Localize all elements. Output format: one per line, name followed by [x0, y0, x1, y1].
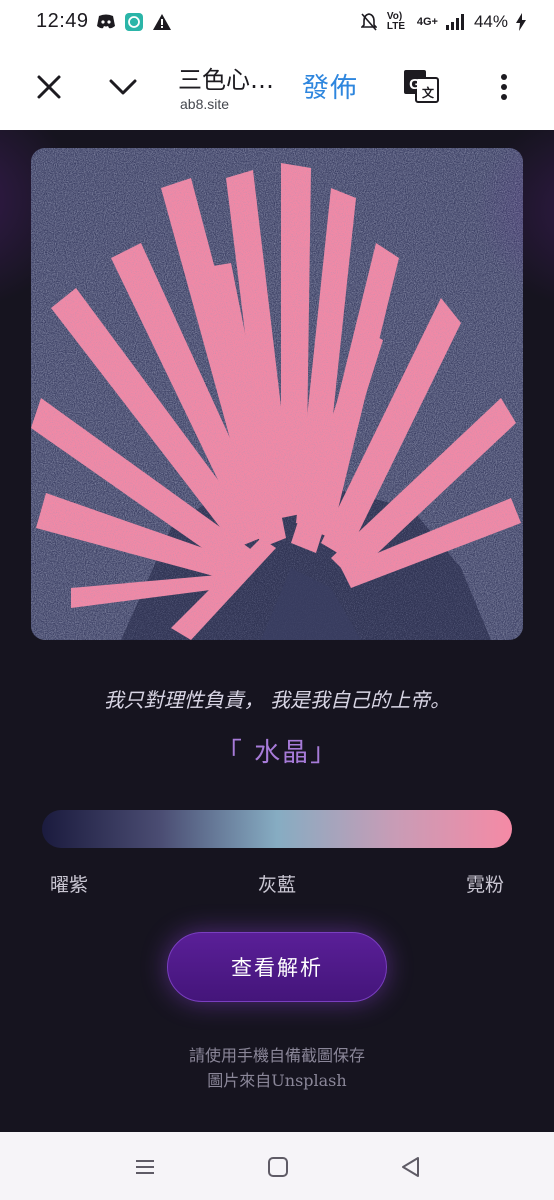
color-label-right: 霓粉	[466, 874, 505, 896]
web-content: 我只對理性負責， 我是我自己的上帝。 「 水晶」 曜紫 灰藍 霓粉 查看解析 請…	[0, 130, 554, 1132]
chat-bubble-icon	[124, 12, 144, 32]
crystal-name: 「 水晶」	[215, 738, 339, 768]
translate-icon[interactable]: G 文	[403, 68, 439, 104]
publish-button[interactable]: 發佈	[302, 66, 358, 105]
close-icon[interactable]	[30, 68, 68, 106]
view-analysis-button[interactable]: 查看解析	[167, 932, 387, 1002]
page-title: 三色心…	[178, 66, 274, 94]
page-url[interactable]: ab8.site	[180, 96, 229, 112]
volte-icon: Vo) LTE	[386, 11, 406, 32]
color-gradient-bar	[42, 810, 512, 848]
status-time: 12:49	[36, 10, 89, 32]
home-icon[interactable]	[263, 1152, 293, 1182]
back-icon[interactable]	[396, 1152, 426, 1182]
more-vert-icon[interactable]	[492, 68, 516, 106]
recent-apps-icon[interactable]	[130, 1152, 160, 1182]
status-notification-icons	[96, 12, 172, 32]
screenshot-hint: 請使用手機自備截圖保存	[188, 1046, 365, 1065]
system-nav-bar	[0, 1132, 554, 1200]
image-credit: 圖片來自Unsplash	[207, 1071, 347, 1090]
color-label-left: 曜紫	[50, 874, 89, 896]
battery-charging-icon	[516, 12, 526, 32]
status-system-icons: Vo) LTE 4G+ 44%	[359, 12, 526, 32]
quote-text: 我只對理性負責， 我是我自己的上帝。	[103, 688, 451, 712]
discord-icon	[96, 12, 116, 32]
4g-signal-icon: 4G+	[416, 16, 438, 28]
warning-icon	[152, 12, 172, 32]
svg-text:文: 文	[422, 85, 435, 100]
crystal-image	[31, 148, 523, 640]
svg-text:G: G	[409, 76, 421, 93]
signal-bars-icon	[445, 12, 466, 32]
bell-off-icon	[359, 12, 379, 32]
custom-tab-toolbar: 三色心… ab8.site 發佈 G 文	[0, 44, 554, 130]
color-label-middle: 灰藍	[258, 874, 297, 896]
status-bar: 12:49 Vo) LTE 4G+ 44%	[0, 0, 554, 44]
battery-percent: 44%	[473, 12, 508, 31]
chevron-down-icon[interactable]	[104, 68, 142, 106]
